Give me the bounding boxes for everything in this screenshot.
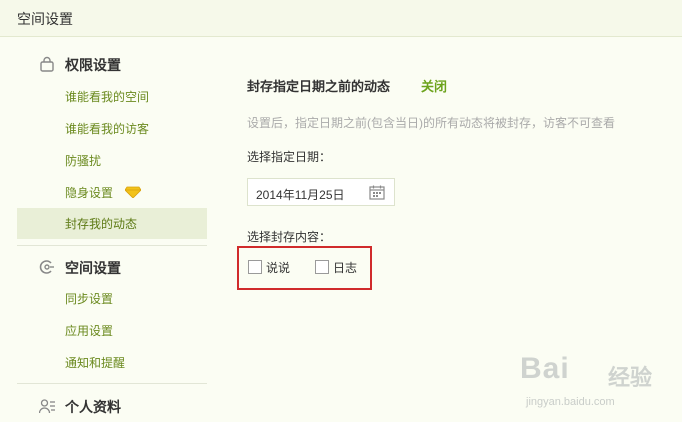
space-settings-icon <box>39 260 54 274</box>
sidebar-item-anti-harassment[interactable]: 防骚扰 <box>17 145 207 176</box>
sidebar: 权限设置 谁能看我的空间 谁能看我的访客 防骚扰 隐身设置 封存我的动态 空间设… <box>17 36 207 422</box>
checkbox-box[interactable] <box>248 260 262 274</box>
title-bar: 空间设置 <box>0 0 682 37</box>
checkbox-box[interactable] <box>315 260 329 274</box>
date-picker-field[interactable]: 2014年11月25日 <box>247 178 395 206</box>
sidebar-section-profile[interactable]: 个人资料 <box>17 392 207 420</box>
watermark-url: jingyan.baidu.com <box>526 396 615 408</box>
sidebar-item-label: 谁能看我的空间 <box>65 90 150 104</box>
sidebar-item-archive-posts[interactable]: 封存我的动态 <box>17 208 207 239</box>
date-value: 2014年11月25日 <box>256 188 345 202</box>
sidebar-item-sync-settings[interactable]: 同步设置 <box>17 283 207 314</box>
watermark-brand-suffix: 经验 <box>608 365 653 390</box>
description-text: 设置后，指定日期之前(包含当日)的所有动态将被封存，访客不可查看 <box>247 116 615 130</box>
calendar-icon[interactable] <box>369 185 385 200</box>
sidebar-item-label: 同步设置 <box>65 292 114 306</box>
sidebar-section-label: 个人资料 <box>65 399 121 415</box>
close-toggle-link[interactable]: 关闭 <box>421 76 447 95</box>
sidebar-item-label: 封存我的动态 <box>65 217 138 231</box>
sidebar-item-notifications[interactable]: 通知和提醒 <box>17 347 207 378</box>
sidebar-section-permissions[interactable]: 权限设置 <box>17 50 207 78</box>
sidebar-item-label: 应用设置 <box>65 324 114 338</box>
sidebar-item-label: 防骚扰 <box>65 154 102 168</box>
sidebar-divider <box>17 245 207 246</box>
sidebar-item-who-can-view-space[interactable]: 谁能看我的空间 <box>17 81 207 112</box>
window-title: 空间设置 <box>17 11 73 27</box>
sidebar-item-label: 通知和提醒 <box>65 356 126 370</box>
sidebar-section-space-settings[interactable]: 空间设置 <box>17 253 207 281</box>
sidebar-item-label: 谁能看我的访客 <box>65 122 150 136</box>
lock-icon <box>40 56 54 72</box>
sidebar-item-who-can-view-visitors[interactable]: 谁能看我的访客 <box>17 113 207 144</box>
sidebar-section-label: 空间设置 <box>65 260 121 276</box>
content-label: 选择封存内容： <box>247 230 332 244</box>
sidebar-item-label: 隐身设置 <box>65 186 114 200</box>
profile-icon <box>39 399 55 414</box>
date-label: 选择指定日期： <box>247 150 332 164</box>
sidebar-divider <box>17 383 207 384</box>
checkbox-label: 说说 <box>266 261 291 275</box>
vip-diamond-icon <box>125 186 141 198</box>
baidu-jingyan-watermark: Bai 经验 jingyan.baidu.com <box>520 350 670 416</box>
section-heading: 封存指定日期之前的动态 <box>247 79 391 94</box>
watermark-brand: Bai <box>520 352 570 385</box>
sidebar-item-invisible-settings[interactable]: 隐身设置 <box>17 177 207 208</box>
sidebar-item-app-settings[interactable]: 应用设置 <box>17 315 207 346</box>
sidebar-section-label: 权限设置 <box>65 57 121 73</box>
checkbox-label: 日志 <box>333 261 358 275</box>
